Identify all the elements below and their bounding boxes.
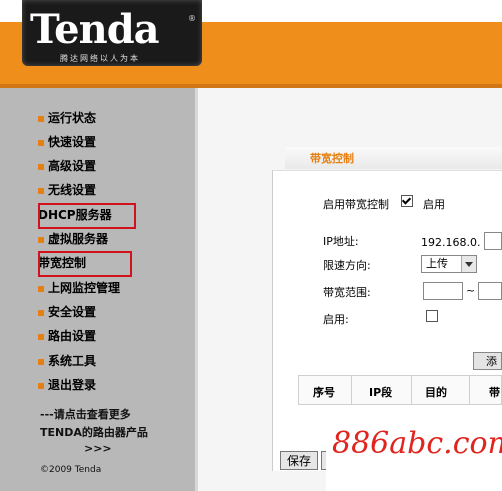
bullet-icon: [38, 285, 44, 292]
logo-text: Tenda: [30, 6, 160, 53]
sidebar-item-label: 系统工具: [48, 354, 97, 368]
direction-label: 限速方向:: [323, 259, 371, 272]
sidebar-item-security[interactable]: 安全设置: [38, 303, 96, 321]
bullet-icon: [38, 236, 44, 243]
direction-value: 上传: [426, 257, 448, 270]
sidebar-item-status[interactable]: 运行状态: [38, 109, 96, 127]
sidebar-item-label: 安全设置: [48, 305, 97, 319]
range-min-input[interactable]: [423, 282, 463, 300]
bullet-icon: [38, 382, 44, 389]
tenda-logo: Tenda ® 腾达网络以人为本: [22, 0, 202, 66]
range-separator: ~: [466, 284, 476, 297]
sidebar-item-label: 快速设置: [48, 135, 97, 149]
sidebar-item-label: 路由设置: [48, 329, 97, 343]
sidebar-item-label: 运行状态: [48, 111, 97, 125]
col-destination: 目的: [425, 386, 447, 399]
ip-last-octet-input[interactable]: [484, 232, 502, 250]
bullet-icon: [38, 163, 44, 170]
sidebar-item-virtual-server[interactable]: 虚拟服务器: [38, 230, 108, 248]
enable-bw-text: 启用: [423, 198, 445, 211]
sidebar-item-system-tools[interactable]: 系统工具: [38, 352, 96, 370]
sidebar-item-label: 无线设置: [48, 183, 97, 197]
sidebar-item-quick-setup[interactable]: 快速设置: [38, 133, 96, 151]
highlight-dhcp: [38, 203, 136, 229]
bullet-icon: [38, 115, 44, 122]
column-divider: [469, 376, 470, 404]
rules-table-header: 序号 IP段 目的 带: [298, 375, 502, 405]
direction-select[interactable]: 上传: [421, 255, 477, 273]
sidebar-item-advanced[interactable]: 高级设置: [38, 157, 96, 175]
sidebar-item-label: 虚拟服务器: [48, 232, 109, 246]
page-title: 带宽控制: [310, 152, 354, 165]
promo-arrow[interactable]: >>>: [84, 442, 112, 455]
logo-registered-mark: ®: [188, 14, 196, 23]
enable-rule-checkbox[interactable]: [426, 310, 438, 322]
highlight-bandwidth: [38, 251, 132, 277]
ip-label: IP地址:: [323, 235, 359, 248]
sidebar-item-routing[interactable]: 路由设置: [38, 327, 96, 345]
bullet-icon: [38, 187, 44, 194]
bullet-icon: [38, 333, 44, 340]
column-divider: [411, 376, 412, 404]
sidebar-item-wireless[interactable]: 无线设置: [38, 181, 96, 199]
promo-line-1[interactable]: ---请点击查看更多: [40, 406, 131, 422]
enable-bw-checkbox[interactable]: [401, 195, 413, 207]
enable-bw-label: 启用带宽控制: [323, 198, 389, 211]
col-ip-range: IP段: [369, 386, 393, 399]
bullet-icon: [38, 139, 44, 146]
sidebar-item-label: 高级设置: [48, 159, 97, 173]
range-label: 带宽范围:: [323, 286, 371, 299]
save-button[interactable]: 保存: [280, 451, 318, 470]
sidebar-item-label: 上网监控管理: [48, 281, 121, 295]
range-max-input[interactable]: [478, 282, 502, 300]
sidebar-item-monitoring[interactable]: 上网监控管理: [38, 279, 120, 297]
sidebar-item-logout[interactable]: 退出登录: [38, 376, 96, 394]
enable-label: 启用:: [323, 313, 349, 326]
bullet-icon: [38, 358, 44, 365]
col-index: 序号: [313, 386, 335, 399]
sidebar-item-label: 退出登录: [48, 378, 97, 392]
chevron-down-icon: [461, 256, 476, 272]
add-button-label: 添: [486, 355, 497, 368]
promo-line-2[interactable]: TENDA的路由器产品: [40, 424, 148, 440]
column-divider: [351, 376, 352, 404]
col-bandwidth: 带: [489, 386, 500, 399]
ip-prefix: 192.168.0.: [421, 236, 481, 249]
watermark-text: 886abc.com: [332, 426, 502, 461]
bullet-icon: [38, 309, 44, 316]
add-button[interactable]: 添: [473, 352, 502, 370]
logo-slogan: 腾达网络以人为本: [60, 54, 140, 63]
copyright-text: ©2009 Tenda: [40, 465, 102, 475]
